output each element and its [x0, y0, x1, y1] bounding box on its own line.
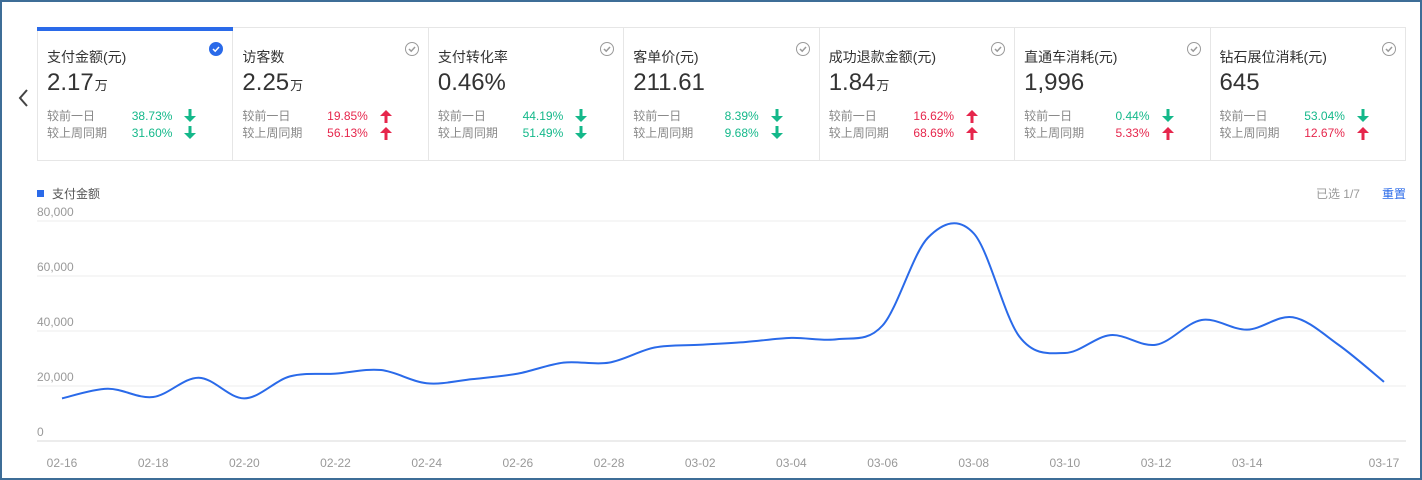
data-point[interactable] — [922, 232, 934, 244]
x-tick-label: 02-22 — [320, 456, 351, 470]
data-point[interactable] — [740, 336, 752, 348]
data-point[interactable] — [284, 370, 296, 382]
data-point[interactable] — [785, 332, 797, 344]
x-tick-label: 03-08 — [958, 456, 989, 470]
x-tick-label: 03-14 — [1232, 456, 1263, 470]
x-tick-label: 02-20 — [229, 456, 260, 470]
data-point[interactable] — [147, 391, 159, 403]
x-tick-label: 02-24 — [411, 456, 442, 470]
data-point[interactable] — [968, 227, 980, 239]
data-point[interactable] — [1104, 329, 1116, 341]
x-tick-label: 03-04 — [776, 456, 807, 470]
data-point[interactable] — [649, 342, 661, 354]
data-point[interactable] — [466, 373, 478, 385]
x-tick-label: 03-10 — [1050, 456, 1081, 470]
data-point[interactable] — [512, 368, 524, 380]
data-point[interactable] — [1013, 331, 1025, 343]
x-tick-label: 03-06 — [867, 456, 898, 470]
data-point[interactable] — [421, 377, 433, 389]
y-tick-label: 60,000 — [37, 260, 74, 274]
data-point[interactable] — [1059, 347, 1071, 359]
dashboard-panel: 支付金额(元) 2.17万 较前一日 38.73% 较上周同期 31.60% 访客数 2.25… — [0, 0, 1422, 480]
data-point[interactable] — [1241, 324, 1253, 336]
data-point[interactable] — [375, 364, 387, 376]
data-point[interactable] — [238, 392, 250, 404]
data-point[interactable] — [1378, 376, 1390, 388]
x-tick-label: 02-16 — [47, 456, 78, 470]
x-tick-label: 02-28 — [594, 456, 625, 470]
data-point[interactable] — [557, 357, 569, 369]
data-point[interactable] — [603, 357, 615, 369]
data-point[interactable] — [1150, 339, 1162, 351]
x-tick-label: 03-02 — [685, 456, 716, 470]
x-tick-label: 03-17 — [1369, 456, 1400, 470]
data-point[interactable] — [330, 368, 342, 380]
data-point[interactable] — [1196, 314, 1208, 326]
data-point[interactable] — [193, 372, 205, 384]
series-line — [61, 222, 1385, 400]
data-point[interactable] — [1332, 339, 1344, 351]
y-tick-label: 80,000 — [37, 205, 74, 219]
data-point[interactable] — [877, 320, 889, 332]
data-point[interactable] — [56, 392, 68, 404]
line-chart: 0 20,000 40,000 60,000 80,000 02-16 02-18 02-20… — [37, 205, 1406, 470]
data-point[interactable] — [1287, 311, 1299, 323]
y-tick-label: 0 — [37, 425, 44, 439]
x-tick-label: 02-26 — [503, 456, 534, 470]
x-tick-label: 02-18 — [138, 456, 169, 470]
data-point[interactable] — [694, 339, 706, 351]
data-point[interactable] — [831, 333, 843, 345]
x-tick-label: 03-12 — [1141, 456, 1172, 470]
data-point[interactable] — [102, 383, 114, 395]
y-tick-label: 20,000 — [37, 370, 74, 384]
y-tick-label: 40,000 — [37, 315, 74, 329]
